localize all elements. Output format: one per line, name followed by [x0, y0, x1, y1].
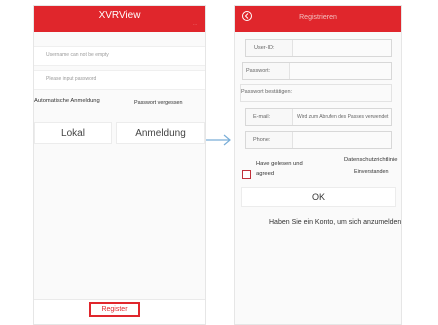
- privacy-agree-text: Einverstanden: [354, 169, 389, 175]
- phone-label: Phone:: [253, 137, 271, 143]
- agree-text-line2: agreed: [256, 171, 275, 177]
- login-button[interactable]: Anmeldung: [116, 122, 205, 144]
- auto-login-toggle[interactable]: Automatische Anmeldung: [34, 98, 100, 104]
- ok-button[interactable]: OK: [241, 187, 396, 207]
- email-label: E-mail:: [253, 114, 271, 120]
- password-input[interactable]: [289, 63, 391, 79]
- login-header: XVRView ···: [34, 6, 205, 32]
- phone-input[interactable]: [292, 132, 391, 148]
- password-label: Passwort:: [246, 68, 271, 74]
- username-placeholder: Username can not be empty: [46, 52, 109, 58]
- app-title: XVRView: [98, 10, 141, 21]
- login-bottom-bar: Register: [34, 299, 205, 324]
- userid-field[interactable]: User-ID:: [245, 39, 392, 57]
- header-subtitle: ···: [193, 22, 197, 27]
- register-title: Registrieren: [299, 14, 337, 21]
- password-placeholder: Please input password: [46, 76, 97, 82]
- userid-input[interactable]: [292, 40, 391, 56]
- email-field[interactable]: E-mail: Wird zum Abrufen des Passes verw…: [245, 108, 392, 126]
- privacy-policy-link[interactable]: Datenschutzrichtlinie: [344, 157, 398, 163]
- password-field-register[interactable]: Passwort:: [242, 62, 392, 80]
- username-field[interactable]: Username can not be empty: [34, 46, 205, 66]
- phone-field[interactable]: Phone:: [245, 131, 392, 149]
- login-screen: XVRView ··· Username can not be empty Pl…: [33, 5, 206, 325]
- agree-text-line1: Have gelesen und: [256, 161, 303, 167]
- register-header: Registrieren: [235, 6, 401, 32]
- password-confirm-field[interactable]: [240, 84, 392, 102]
- forgot-password-link[interactable]: Passwort vergessen: [134, 100, 183, 106]
- agree-checkbox[interactable]: [242, 170, 251, 179]
- arrow-right-icon: [206, 134, 231, 146]
- email-input[interactable]: Wird zum Abrufen des Passes verwendet: [292, 109, 391, 125]
- userid-label: User-ID:: [254, 45, 275, 51]
- email-hint: Wird zum Abrufen des Passes verwendet: [297, 114, 389, 120]
- local-button[interactable]: Lokal: [34, 122, 112, 144]
- password-field[interactable]: Please input password: [34, 70, 205, 90]
- register-screen: Registrieren User-ID: Passwort: Passwort…: [234, 5, 402, 325]
- have-account-link[interactable]: Haben Sie ein Konto, um sich anzumelden: [269, 219, 401, 226]
- register-link[interactable]: Register: [89, 302, 140, 317]
